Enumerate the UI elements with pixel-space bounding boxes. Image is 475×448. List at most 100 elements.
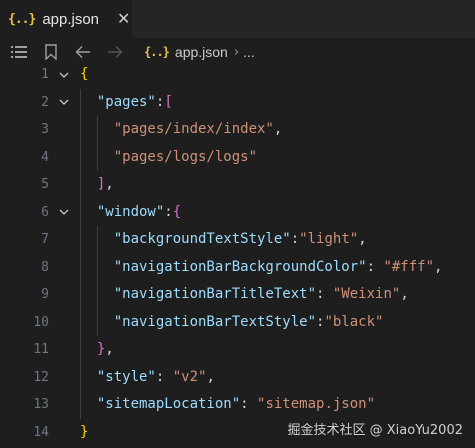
line-number: 9 xyxy=(41,287,49,302)
code-token: "Weixin" xyxy=(332,286,401,302)
code-line[interactable]: 6 "window":{ xyxy=(0,199,475,227)
close-icon[interactable]: ✕ xyxy=(117,11,130,27)
code-text: "navigationBarTitleText": "Weixin", xyxy=(80,281,409,309)
breadcrumb-more[interactable]: ... xyxy=(243,44,255,60)
code-text: "backgroundTextStyle":"light", xyxy=(80,226,367,254)
code-token: , xyxy=(105,341,114,357)
code-line[interactable]: 1{ xyxy=(0,61,475,89)
code-token: { xyxy=(80,66,89,82)
line-number: 4 xyxy=(41,149,49,165)
line-number: 5 xyxy=(41,177,49,192)
code-token: "v2" xyxy=(172,368,207,385)
code-token: : xyxy=(155,368,173,385)
code-token: : xyxy=(290,231,300,247)
code-line[interactable]: 8 "navigationBarBackgroundColor": "#fff"… xyxy=(0,254,475,282)
code-token: , xyxy=(434,258,443,275)
code-line[interactable]: 7 "backgroundTextStyle":"light", xyxy=(0,226,475,254)
code-line[interactable]: 11 }, xyxy=(0,336,475,364)
code-token: "pages/index/index" xyxy=(113,121,274,137)
code-token: , xyxy=(358,231,367,247)
code-token: } xyxy=(80,423,89,440)
editor-window: {..} app.json ✕ {..} app.json › ... 1 {… xyxy=(0,0,475,448)
code-token: "black" xyxy=(324,313,384,330)
code-token: "sitemap.json" xyxy=(257,396,376,412)
list-icon[interactable] xyxy=(8,41,30,63)
tab-bar: {..} app.json ✕ xyxy=(0,0,475,38)
back-arrow-icon[interactable] xyxy=(72,41,94,63)
code-token: "backgroundTextStyle" xyxy=(113,231,291,247)
code-token: : xyxy=(366,258,384,275)
code-line[interactable]: 2 "pages":[ xyxy=(0,89,475,117)
code-token: , xyxy=(400,286,409,302)
code-token: , xyxy=(273,121,283,137)
watermark: 掘金技术社区 @ XiaoYu2002 xyxy=(287,423,463,438)
chevron-right-icon: › xyxy=(233,44,240,60)
code-line[interactable]: 9 "navigationBarTitleText": "Weixin", xyxy=(0,281,475,309)
code-token: [ xyxy=(164,93,173,110)
line-number: 7 xyxy=(41,232,49,247)
chevron-down-icon[interactable] xyxy=(57,199,71,227)
code-token: "#fff" xyxy=(383,258,435,275)
code-token: "style" xyxy=(96,368,156,385)
code-text: "navigationBarTextStyle":"black" xyxy=(80,309,384,337)
tab-label: app.json xyxy=(42,10,100,28)
code-token: , xyxy=(206,368,215,385)
code-token: "navigationBarTitleText" xyxy=(113,286,317,302)
code-text: "pages/logs/logs" xyxy=(80,144,257,172)
code-token: "light" xyxy=(299,231,359,247)
code-token: "navigationBarTextStyle" xyxy=(113,313,317,330)
breadcrumb-file[interactable]: app.json xyxy=(175,44,228,60)
code-token: "pages/logs/logs" xyxy=(113,148,258,165)
code-editor[interactable]: 1{2 "pages":[3 "pages/index/index", 4 "pa… xyxy=(0,61,475,448)
code-text: "pages":[ xyxy=(80,89,173,117)
code-text: }, xyxy=(80,336,114,364)
code-token: "window" xyxy=(96,203,165,220)
code-token: "sitemapLocation" xyxy=(96,396,241,412)
code-text: } xyxy=(80,419,88,447)
line-number: 8 xyxy=(41,259,49,275)
forward-arrow-icon[interactable] xyxy=(104,41,126,63)
code-token: : xyxy=(316,286,333,302)
code-text: ], xyxy=(80,171,114,199)
code-line[interactable]: 10 "navigationBarTextStyle":"black" xyxy=(0,309,475,337)
line-number: 1 xyxy=(41,67,49,82)
code-line[interactable]: 5 ], xyxy=(0,171,475,199)
line-number: 10 xyxy=(33,314,49,330)
code-text: "sitemapLocation": "sitemap.json" xyxy=(80,391,375,419)
code-text: "window":{ xyxy=(80,199,181,227)
json-file-icon: {..} xyxy=(144,45,170,59)
code-token: { xyxy=(172,203,182,220)
chevron-down-icon[interactable] xyxy=(57,89,71,117)
code-line[interactable]: 12 "style": "v2", xyxy=(0,364,475,392)
code-text: "pages/index/index", xyxy=(80,116,283,144)
line-number: 13 xyxy=(33,397,49,412)
code-line[interactable]: 4 "pages/logs/logs" xyxy=(0,144,475,172)
code-token: : xyxy=(164,203,173,220)
code-text: { xyxy=(80,61,88,89)
line-number: 14 xyxy=(33,424,49,440)
code-line[interactable]: 3 "pages/index/index", xyxy=(0,116,475,144)
bookmark-icon[interactable] xyxy=(40,41,62,63)
line-number: 2 xyxy=(41,94,49,110)
code-line[interactable]: 13 "sitemapLocation": "sitemap.json" xyxy=(0,391,475,419)
line-number: 11 xyxy=(33,342,49,357)
code-token: : xyxy=(240,396,258,412)
code-text: "style": "v2", xyxy=(80,364,215,392)
chevron-down-icon[interactable] xyxy=(57,61,71,89)
json-file-icon: {..} xyxy=(8,11,36,27)
line-number: 6 xyxy=(41,204,49,220)
tab-app-json[interactable]: {..} app.json ✕ xyxy=(0,0,133,38)
code-token: "navigationBarBackgroundColor" xyxy=(113,258,367,275)
line-number: 12 xyxy=(33,369,49,385)
